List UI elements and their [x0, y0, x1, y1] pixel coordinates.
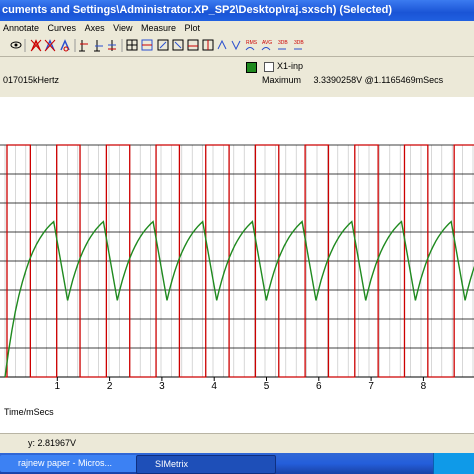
- toolbar-icons: RMS AVG 3DB 3DB: [10, 39, 304, 52]
- cursor-icon[interactable]: [94, 40, 103, 52]
- taskbar-item-label: SIMetrix: [155, 459, 189, 469]
- curve-delete-icon[interactable]: [44, 39, 56, 52]
- maximum-value: 3.3390258V @1.1165469mSecs: [313, 75, 444, 85]
- menu-plot[interactable]: Plot: [182, 21, 204, 36]
- x-tick-label: 6: [316, 381, 322, 392]
- maximum-readout: Maximum 3.3390258V @1.1165469mSecs: [262, 75, 443, 85]
- eye-icon[interactable]: [10, 41, 22, 49]
- zoom-icon[interactable]: [187, 39, 199, 51]
- svg-text:AVG: AVG: [262, 40, 272, 46]
- frequency-readout: 017015kHertz: [3, 75, 60, 85]
- status-bar: y: 2.81967V: [0, 433, 474, 454]
- curve-delete-icon[interactable]: [30, 39, 42, 52]
- 3db-icon[interactable]: 3DB: [278, 40, 288, 50]
- menu-curves[interactable]: Curves: [45, 21, 80, 36]
- toolbar: RMS AVG 3DB 3DB: [0, 36, 474, 57]
- svg-text:3DB: 3DB: [294, 40, 304, 46]
- grid-icon[interactable]: [126, 39, 138, 51]
- curve-cut-icon[interactable]: [60, 39, 70, 52]
- taskbar-item-word[interactable]: rajnew paper - Micros...: [0, 455, 146, 472]
- zoom-icon[interactable]: [172, 39, 184, 51]
- menu-measure[interactable]: Measure: [138, 21, 179, 36]
- avg-icon[interactable]: AVG: [261, 40, 272, 51]
- svg-text:RMS: RMS: [246, 40, 258, 46]
- x-tick-label: 5: [264, 381, 270, 392]
- maximum-label: Maximum: [262, 75, 302, 85]
- x-axis-label: Time/mSecs: [4, 407, 54, 417]
- legend-color-swatch[interactable]: [246, 62, 257, 73]
- legend-checkbox[interactable]: [264, 62, 274, 72]
- x-tick-label: 7: [368, 381, 374, 392]
- ramp-wave-trace: [4, 220, 474, 378]
- svg-text:3DB: 3DB: [278, 40, 288, 46]
- cursor-icon[interactable]: [79, 40, 88, 52]
- menu-bar: Annotate Curves Axes View Measure Plot: [0, 21, 474, 36]
- grid-icon[interactable]: [141, 39, 153, 51]
- x-tick-label: 2: [107, 381, 113, 392]
- x-tick-label: 8: [421, 381, 427, 392]
- system-tray: [433, 453, 474, 474]
- x-tick-label: 4: [211, 381, 217, 392]
- x-tick-label: 1: [55, 381, 61, 392]
- menu-view[interactable]: View: [110, 21, 135, 36]
- x-tick-label: 3: [159, 381, 165, 392]
- zoom-icon[interactable]: [202, 39, 214, 51]
- measure-icon[interactable]: [231, 40, 241, 51]
- taskbar-item-simetrix[interactable]: SIMetrix: [136, 455, 276, 474]
- cursor-icon[interactable]: [108, 40, 116, 51]
- y-readout: y: 2.81967V: [28, 438, 77, 448]
- window-title: cuments and Settings\Administrator.XP_SP…: [2, 4, 393, 16]
- 3db-icon[interactable]: 3DB: [294, 40, 304, 50]
- menu-annotate[interactable]: Annotate: [0, 21, 42, 36]
- legend-label: X1-inp: [277, 61, 304, 71]
- zoom-icon[interactable]: [157, 39, 169, 51]
- plot-area[interactable]: 1 2 3 4 5 6 7 8: [0, 97, 474, 433]
- rms-icon[interactable]: RMS: [245, 40, 258, 51]
- waveform-chart[interactable]: 1 2 3 4 5 6 7 8: [0, 97, 474, 407]
- measure-icon[interactable]: [217, 39, 227, 50]
- taskbar-item-label: rajnew paper - Micros...: [18, 458, 113, 468]
- taskbar: rajnew paper - Micros... SIMetrix: [0, 453, 474, 474]
- window-titlebar: cuments and Settings\Administrator.XP_SP…: [0, 0, 474, 21]
- menu-axes[interactable]: Axes: [82, 21, 108, 36]
